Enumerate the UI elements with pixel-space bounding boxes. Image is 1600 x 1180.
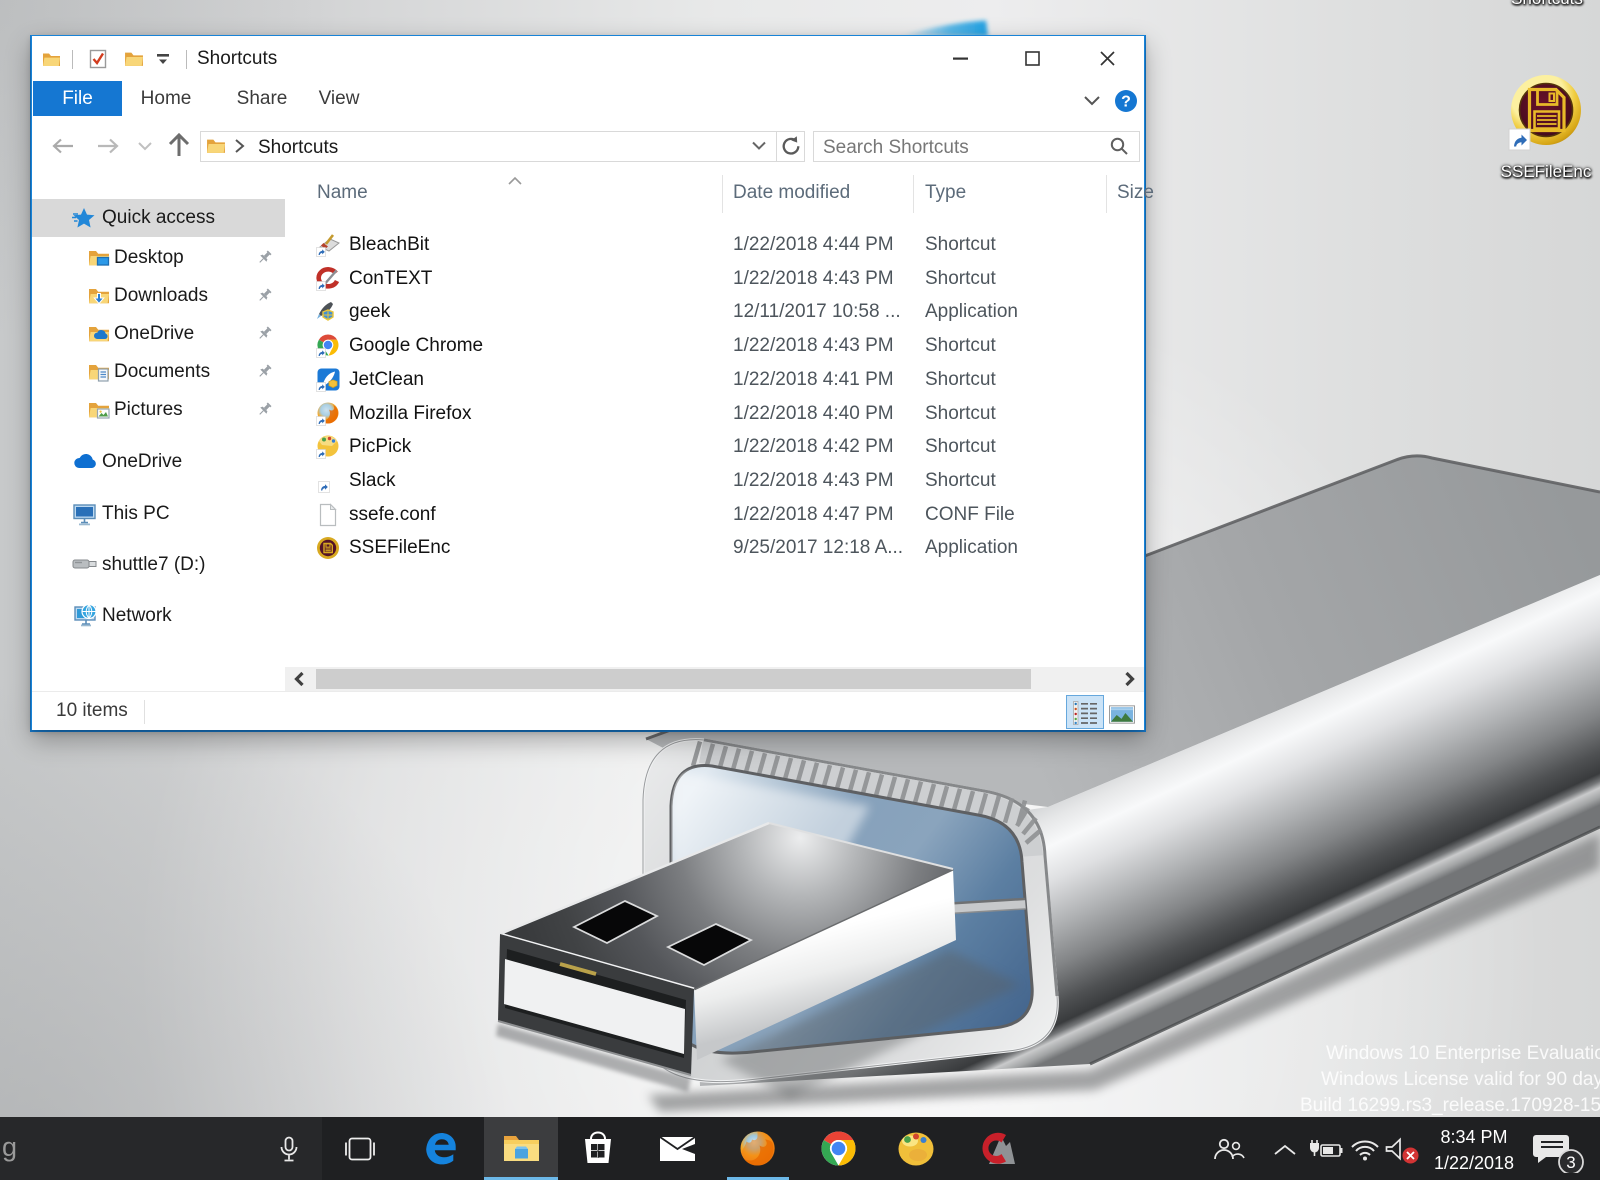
svg-text:3: 3 [1566,1153,1575,1172]
svg-text:Windows License valid for 90 d: Windows License valid for 90 days [1321,1069,1600,1090]
svg-text:Windows 10 Enterprise Evaluati: Windows 10 Enterprise Evaluation [1326,1043,1600,1064]
svg-text:?: ? [1121,94,1131,111]
svg-text:Build 16299.rs3_release.170928: Build 16299.rs3_release.170928-1534 [1300,1095,1600,1116]
